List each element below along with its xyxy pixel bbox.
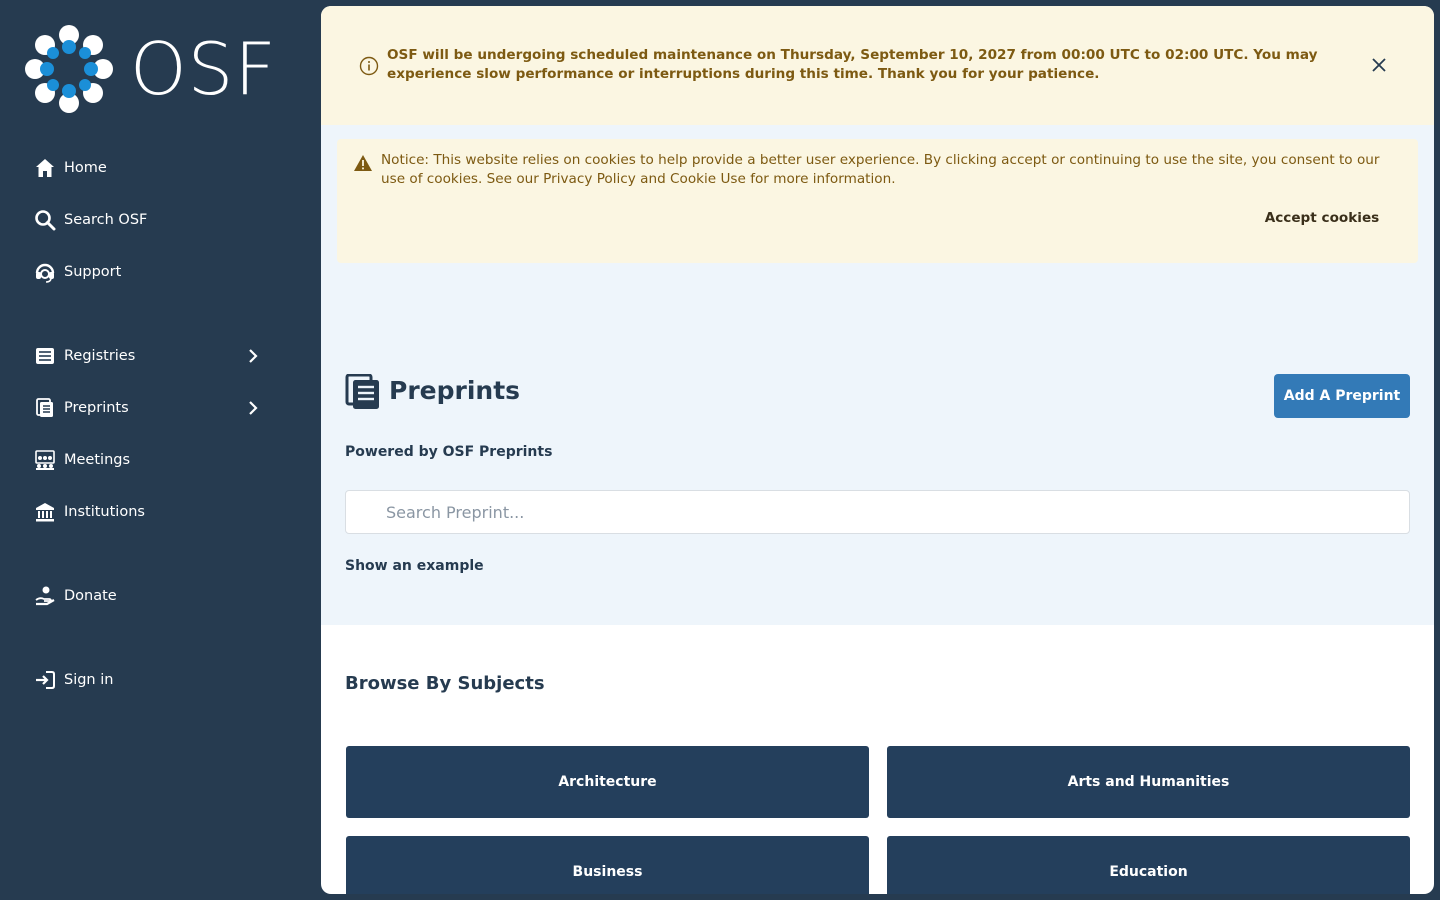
sidebar-item-meetings[interactable]: Meetings [34,445,270,475]
list-icon [34,345,56,367]
subject-arts-and-humanities[interactable]: Arts and Humanities [887,746,1410,818]
sidebar-item-label: Meetings [64,452,131,468]
sidebar: OSF Home Search OSF Support Registries P… [0,0,321,900]
cookie-notice: Notice: This website relies on cookies t… [337,139,1418,263]
chevron-right-icon [249,349,258,363]
home-icon [34,157,56,179]
page-title: Preprints [389,376,521,405]
search-icon [34,209,56,231]
sidebar-item-label: Preprints [64,400,129,416]
meetings-icon [34,449,56,471]
subject-business[interactable]: Business [346,836,869,894]
sidebar-item-label: Search OSF [64,212,148,228]
headset-icon [34,261,56,283]
sidebar-item-search[interactable]: Search OSF [34,205,270,235]
main-content: OSF will be undergoing scheduled mainten… [321,6,1434,894]
sidebar-item-label: Donate [64,588,117,604]
sidebar-item-label: Registries [64,348,136,364]
sidebar-item-label: Home [64,160,107,176]
subject-education[interactable]: Education [887,836,1410,894]
sidebar-item-label: Institutions [64,504,145,520]
maintenance-banner: OSF will be undergoing scheduled mainten… [321,6,1434,125]
donate-icon [34,585,56,607]
institution-icon [34,501,56,523]
osf-logo[interactable]: OSF [22,22,292,116]
close-icon[interactable] [1370,56,1388,74]
add-preprint-button[interactable]: Add A Preprint [1274,374,1410,418]
sidebar-item-donate[interactable]: Donate [34,581,270,611]
accept-cookies-button[interactable]: Accept cookies [1257,206,1387,230]
sidebar-item-label: Sign in [64,672,114,688]
sidebar-item-registries[interactable]: Registries [34,341,270,371]
sign-in-icon [34,669,56,691]
browse-subjects-heading: Browse By Subjects [345,673,545,694]
search-preprint-input[interactable] [345,490,1410,534]
info-icon [359,56,379,76]
subject-architecture[interactable]: Architecture [346,746,869,818]
logo-text: OSF [130,27,277,111]
sidebar-item-label: Support [64,264,122,280]
preprints-hero: Notice: This website relies on cookies t… [321,125,1434,625]
show-example-link[interactable]: Show an example [345,558,484,574]
maintenance-message: OSF will be undergoing scheduled mainten… [387,47,1318,82]
sidebar-item-support[interactable]: Support [34,257,270,287]
cookie-message: Notice: This website relies on cookies t… [381,152,1380,187]
powered-by-text: Powered by OSF Preprints [345,444,553,460]
osf-logo-icon [25,25,113,113]
chevron-right-icon [249,401,258,415]
sidebar-item-institutions[interactable]: Institutions [34,497,270,527]
sidebar-item-preprints[interactable]: Preprints [34,393,270,423]
preprints-icon [34,397,56,419]
sidebar-item-sign-in[interactable]: Sign in [34,665,270,695]
preprints-icon [345,374,379,409]
sidebar-item-home[interactable]: Home [34,153,270,183]
warning-icon [354,155,372,171]
